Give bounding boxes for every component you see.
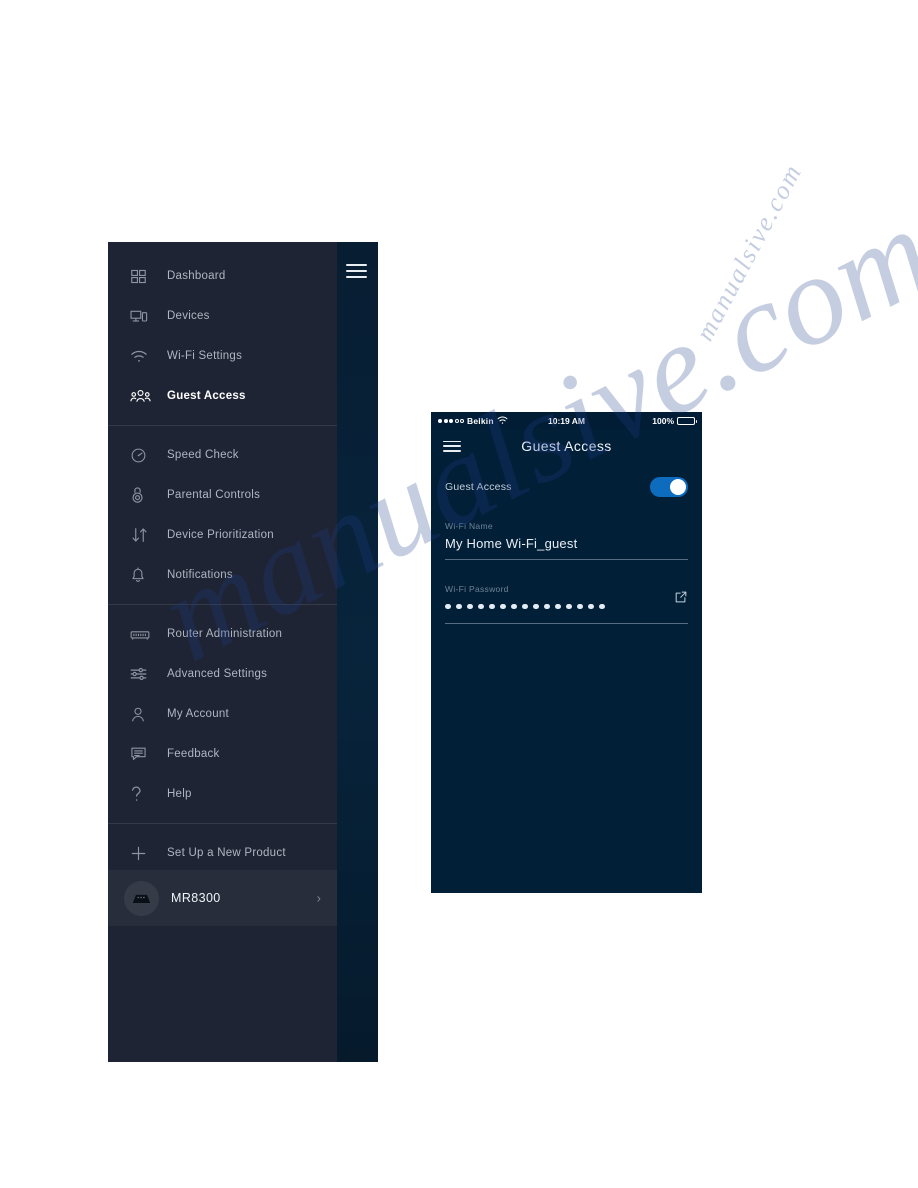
password-mask-dot xyxy=(522,603,528,610)
sidebar-item-my-account[interactable]: My Account xyxy=(108,694,337,734)
lock-icon xyxy=(130,483,156,507)
plus-icon xyxy=(130,841,156,865)
password-mask-dot xyxy=(456,603,462,610)
wifi-password-label: Wi-Fi Password xyxy=(445,584,509,594)
up-down-arrows-icon xyxy=(130,523,156,547)
guest-access-icon xyxy=(130,384,156,408)
chevron-right-icon[interactable]: › xyxy=(317,891,321,906)
password-mask-dot xyxy=(566,603,572,610)
battery-percent-label: 100% xyxy=(652,415,675,426)
sliders-icon xyxy=(130,662,156,686)
signal-strength-icon xyxy=(438,418,464,423)
person-icon xyxy=(130,702,156,726)
router-device-icon xyxy=(124,880,159,916)
sidebar-item-label: Set Up a New Product xyxy=(167,847,286,859)
password-mask-dot xyxy=(544,603,550,610)
sidebar-item-label: Devices xyxy=(167,310,210,322)
watermark-secondary-text: manualsive.com xyxy=(690,158,808,346)
phone-status-bar: Belkin 10:19 AM 100% xyxy=(431,412,702,429)
page-title: Guest Access xyxy=(521,438,612,454)
sidebar-item-speed-check[interactable]: Speed Check xyxy=(108,435,337,475)
sidebar-item-device-prioritization[interactable]: Device Prioritization xyxy=(108,515,337,555)
sidebar-item-label: My Account xyxy=(167,708,229,720)
sidebar-item-label: Dashboard xyxy=(167,270,226,282)
carrier-name: Belkin xyxy=(467,415,494,426)
phone-app-header: Guest Access xyxy=(431,429,702,463)
app-navigation-sidebar: Dashboard Devices Wi-Fi Settings Guest A… xyxy=(108,242,378,1062)
guest-access-toggle-row: Guest Access xyxy=(431,463,702,497)
sidebar-item-devices[interactable]: Devices xyxy=(108,296,337,336)
sidebar-item-label: Advanced Settings xyxy=(167,668,268,680)
sidebar-item-label: Parental Controls xyxy=(167,489,261,501)
sidebar-item-feedback[interactable]: Feedback xyxy=(108,734,337,774)
sidebar-item-wifi-settings[interactable]: Wi-Fi Settings xyxy=(108,336,337,376)
sidebar-item-label: Wi-Fi Settings xyxy=(167,350,243,362)
sidebar-item-guest-access[interactable]: Guest Access xyxy=(108,376,337,416)
status-bar-right: 100% xyxy=(585,415,698,426)
sidebar-item-dashboard[interactable]: Dashboard xyxy=(108,256,337,296)
external-link-icon[interactable] xyxy=(674,590,688,604)
sidebar-divider-3 xyxy=(108,823,337,824)
sidebar-item-label: Guest Access xyxy=(167,390,246,402)
sidebar-item-label: Device Prioritization xyxy=(167,529,274,541)
guest-access-toggle-switch[interactable] xyxy=(650,477,688,497)
password-mask-dot xyxy=(511,603,517,610)
password-mask-dot xyxy=(599,603,605,610)
sidebar-item-label: Feedback xyxy=(167,748,220,760)
sidebar-divider-2 xyxy=(108,604,337,605)
sidebar-item-help[interactable]: Help xyxy=(108,774,337,814)
chat-bubble-icon xyxy=(130,742,156,766)
wifi-name-field: Wi-Fi Name My Home Wi-Fi_guest xyxy=(445,497,688,560)
password-mask-dot xyxy=(467,603,473,610)
battery-full-icon xyxy=(677,416,698,425)
password-mask-dot xyxy=(588,603,594,610)
wifi-password-field: Wi-Fi Password xyxy=(445,560,688,624)
sidebar-item-label: Notifications xyxy=(167,569,233,581)
sidebar-item-set-up-a-new-product[interactable]: Set Up a New Product xyxy=(108,833,337,873)
sidebar-item-advanced-settings[interactable]: Advanced Settings xyxy=(108,654,337,694)
wifi-icon xyxy=(130,344,156,368)
sidebar-item-label: Speed Check xyxy=(167,449,239,461)
guest-access-toggle-label: Guest Access xyxy=(445,481,512,493)
sidebar-item-label: Router Administration xyxy=(167,628,283,640)
wifi-name-input[interactable]: My Home Wi-Fi_guest xyxy=(445,536,688,559)
sidebar-right-rail xyxy=(337,242,378,1062)
phone-hamburger-icon[interactable] xyxy=(443,440,461,452)
wifi-name-label: Wi-Fi Name xyxy=(445,521,493,531)
wifi-password-input[interactable] xyxy=(445,599,688,623)
password-mask-dot xyxy=(489,603,495,610)
status-bar-time: 10:19 AM xyxy=(548,415,586,426)
password-mask-dot xyxy=(555,603,561,610)
password-mask-dot xyxy=(577,603,583,610)
bell-icon xyxy=(130,563,156,587)
toggle-knob xyxy=(670,479,686,495)
router-card-name: MR8300 xyxy=(171,891,221,905)
speedometer-icon xyxy=(130,443,156,467)
question-mark-icon xyxy=(130,782,156,806)
devices-icon xyxy=(130,304,156,328)
password-mask-dot xyxy=(500,603,506,610)
sidebar-item-router-administration[interactable]: Router Administration xyxy=(108,614,337,654)
sidebar-divider-1 xyxy=(108,425,337,426)
sidebar-item-label: Help xyxy=(167,788,192,800)
password-mask-dot xyxy=(478,603,484,610)
sidebar-item-notifications[interactable]: Notifications xyxy=(108,555,337,595)
wifi-icon xyxy=(497,416,508,425)
password-mask-dot xyxy=(533,603,539,610)
sidebar-router-card[interactable]: MR8300 › xyxy=(108,870,337,926)
phone-screen-mockup: Belkin 10:19 AM 100% Guest Access Guest … xyxy=(431,412,702,893)
password-mask-dot xyxy=(445,603,451,610)
status-bar-left: Belkin xyxy=(438,416,548,426)
sidebar-item-parental-controls[interactable]: Parental Controls xyxy=(108,475,337,515)
dashboard-icon xyxy=(130,264,156,288)
wifi-password-underline xyxy=(445,623,688,624)
sidebar-menu-list: Dashboard Devices Wi-Fi Settings Guest A… xyxy=(108,242,337,1062)
sidebar-hamburger-icon[interactable] xyxy=(346,264,367,278)
router-icon xyxy=(130,622,156,646)
